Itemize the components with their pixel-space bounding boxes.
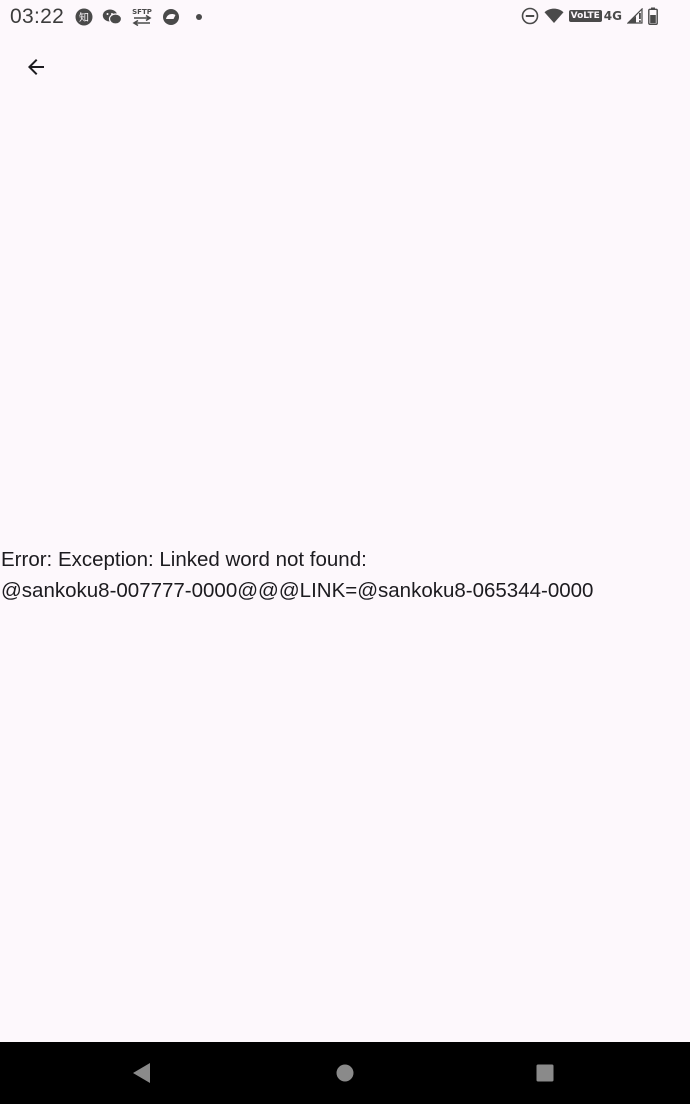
nav-back-icon — [132, 1062, 152, 1084]
sync-icon — [162, 8, 180, 26]
battery-icon — [648, 7, 658, 25]
nav-home-icon — [335, 1063, 355, 1083]
svg-text:知: 知 — [79, 11, 89, 24]
dnd-icon — [521, 7, 539, 25]
navigation-bar — [0, 1042, 690, 1104]
status-bar: 03:22 知 SFTP VoLTE 4G — [0, 0, 690, 34]
arrow-back-icon — [24, 55, 48, 79]
system-icons: VoLTE 4G — [521, 5, 658, 27]
status-time: 03:22 — [10, 5, 65, 28]
network-type: 4G — [603, 9, 622, 23]
error-message: Error: Exception: Linked word not found:… — [1, 548, 594, 602]
more-dot-icon — [195, 13, 203, 21]
nav-home-button[interactable] — [305, 1042, 385, 1104]
signal-icon — [627, 8, 643, 24]
zhihu-icon: 知 — [75, 8, 93, 26]
volte-icon: VoLTE — [568, 10, 602, 22]
wifi-icon — [544, 8, 564, 24]
back-button[interactable] — [12, 43, 60, 91]
wechat-icon — [102, 8, 122, 26]
sftp-icon: SFTP — [131, 7, 153, 27]
nav-recents-button[interactable] — [505, 1042, 585, 1104]
nav-recents-icon — [535, 1063, 555, 1083]
nav-back-button[interactable] — [102, 1042, 182, 1104]
app-bar — [0, 34, 690, 100]
svg-text:SFTP: SFTP — [132, 8, 152, 16]
notification-icons: 知 SFTP — [75, 6, 203, 28]
